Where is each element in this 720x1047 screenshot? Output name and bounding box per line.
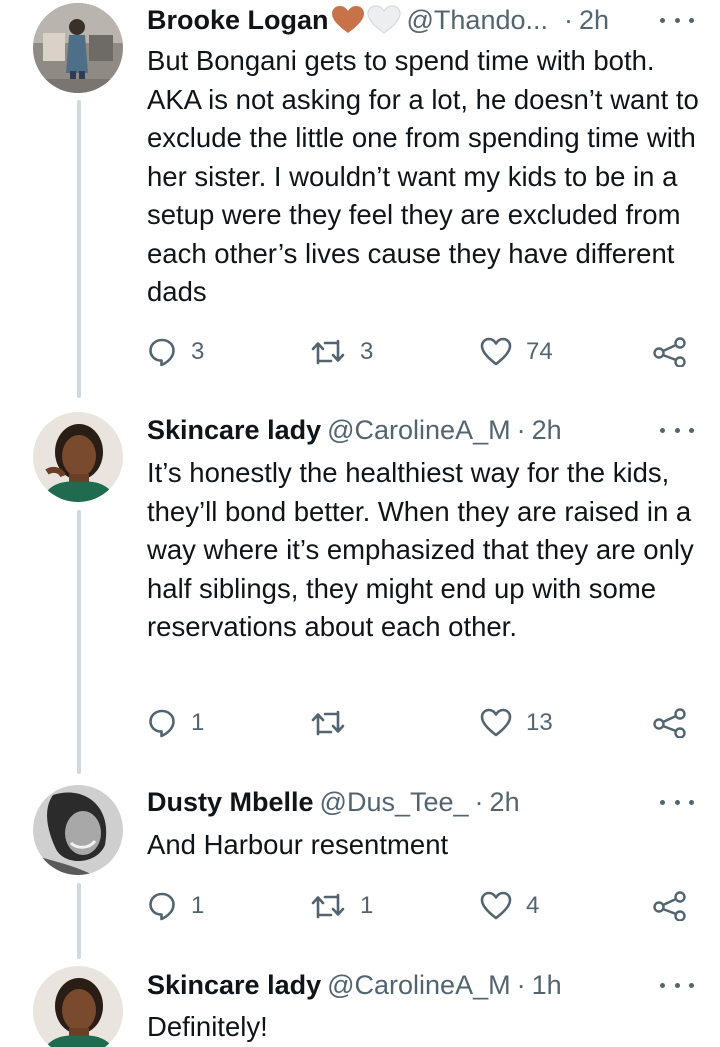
retweet-count: 1 — [360, 892, 374, 919]
like-count: 4 — [526, 892, 540, 919]
reply-icon — [147, 708, 177, 738]
tweet-actions: 1 13 — [147, 705, 692, 741]
avatar[interactable] — [33, 785, 123, 875]
thread-line — [77, 100, 81, 398]
display-name[interactable]: Skincare lady — [147, 415, 321, 446]
white-heart-icon — [366, 5, 401, 35]
retweet-count: 3 — [360, 338, 374, 365]
timestamp[interactable]: 2h — [532, 415, 562, 446]
reply-count: 1 — [191, 709, 205, 736]
timestamp[interactable]: 2h — [490, 787, 520, 818]
retweet-button[interactable]: 1 — [310, 888, 373, 924]
reply-count: 3 — [191, 338, 205, 365]
heart-icon — [480, 891, 512, 921]
user-handle[interactable]: @CarolineA_M — [327, 415, 510, 446]
more-options-icon[interactable] — [660, 420, 694, 440]
share-icon — [652, 891, 688, 921]
more-options-icon[interactable] — [660, 975, 694, 995]
like-button[interactable]: 74 — [480, 334, 553, 370]
reply-button[interactable]: 1 — [147, 705, 204, 741]
tweet-actions: 1 1 4 — [147, 888, 692, 924]
tweet-text: And Harbour resentment — [147, 829, 449, 860]
separator-dot: · — [516, 414, 526, 445]
reply-icon — [147, 891, 177, 921]
tweet-header: Skincare lady @CarolineA_M · 1h — [147, 965, 700, 1005]
tweet-header: Skincare lady @CarolineA_M · 2h — [147, 410, 700, 450]
retweet-icon — [310, 891, 346, 921]
display-name[interactable]: Skincare lady — [147, 970, 321, 1001]
retweet-button[interactable]: 3 — [310, 334, 373, 370]
share-button[interactable] — [652, 334, 688, 370]
heart-icon — [480, 708, 512, 738]
display-name[interactable]: Brooke Logan — [147, 5, 329, 36]
thread-line — [77, 510, 81, 774]
reply-icon — [147, 337, 177, 367]
reply-button[interactable]: 1 — [147, 888, 204, 924]
user-handle[interactable]: @CarolineA_M — [327, 970, 510, 1001]
separator-dot: · — [564, 4, 574, 35]
like-count: 13 — [526, 709, 553, 736]
share-button[interactable] — [652, 705, 688, 741]
reply-count: 1 — [191, 892, 205, 919]
separator-dot: · — [474, 786, 484, 817]
separator-dot: · — [516, 969, 526, 1000]
more-options-icon[interactable] — [660, 792, 694, 812]
share-icon — [652, 337, 688, 367]
avatar[interactable] — [33, 412, 123, 502]
tweet-text: Definitely! — [147, 1011, 268, 1042]
like-button[interactable]: 13 — [480, 705, 553, 741]
timestamp[interactable]: 1h — [532, 970, 562, 1001]
tweet-actions: 3 3 74 — [147, 334, 692, 370]
avatar[interactable] — [33, 3, 123, 93]
timestamp[interactable]: 2h — [579, 5, 609, 36]
reply-button[interactable]: 3 — [147, 334, 204, 370]
share-icon — [652, 708, 688, 738]
retweet-icon — [310, 708, 346, 738]
tweet-text: It’s honestly the healthiest way for the… — [147, 457, 694, 642]
heart-icon — [480, 337, 512, 367]
display-name[interactable]: Dusty Mbelle — [147, 787, 314, 818]
tweet-header: Dusty Mbelle @Dus_Tee_ · 2h — [147, 782, 700, 822]
tweet-header: Brooke Logan @Thando... · 2h — [147, 0, 700, 40]
orange-heart-icon — [331, 5, 365, 35]
avatar[interactable] — [33, 966, 123, 1047]
thread-line — [77, 883, 81, 959]
like-count: 74 — [526, 338, 553, 365]
retweet-button[interactable] — [310, 705, 360, 741]
share-button[interactable] — [652, 888, 688, 924]
user-handle[interactable]: @Dus_Tee_ — [320, 787, 469, 818]
tweet-text: But Bongani gets to spend time with both… — [147, 45, 699, 307]
more-options-icon[interactable] — [660, 10, 694, 30]
user-handle[interactable]: @Thando... — [407, 5, 549, 36]
retweet-icon — [310, 337, 346, 367]
like-button[interactable]: 4 — [480, 888, 539, 924]
